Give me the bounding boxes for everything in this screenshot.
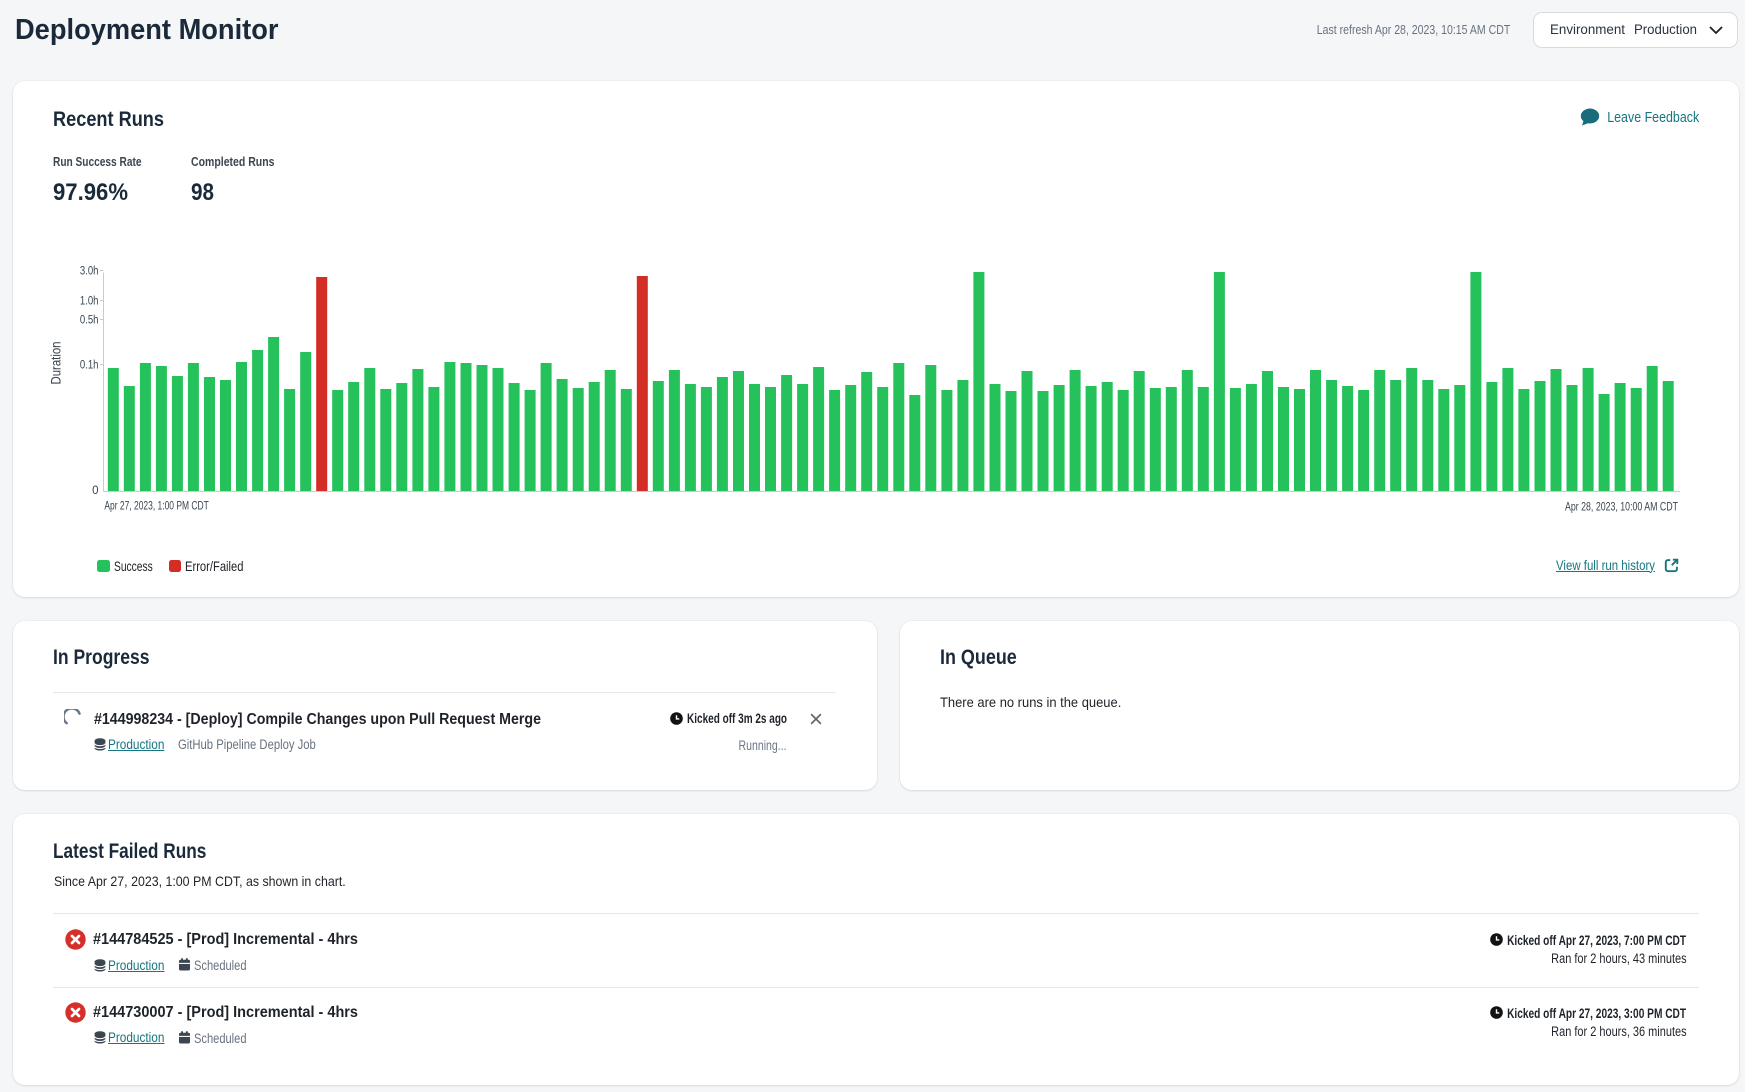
svg-text:0: 0 <box>92 485 98 497</box>
svg-text:Apr 27, 2023, 1:00 PM CDT: Apr 27, 2023, 1:00 PM CDT <box>104 501 208 513</box>
svg-text:0.1h: 0.1h <box>80 360 99 372</box>
svg-text:3.0h: 3.0h <box>80 266 99 278</box>
svg-text:Apr 28, 2023, 10:00 AM CDT: Apr 28, 2023, 10:00 AM CDT <box>1565 502 1678 514</box>
svg-text:0.5h: 0.5h <box>80 315 99 327</box>
svg-text:1.0h: 1.0h <box>80 296 99 308</box>
svg-text:Duration: Duration <box>49 342 64 385</box>
